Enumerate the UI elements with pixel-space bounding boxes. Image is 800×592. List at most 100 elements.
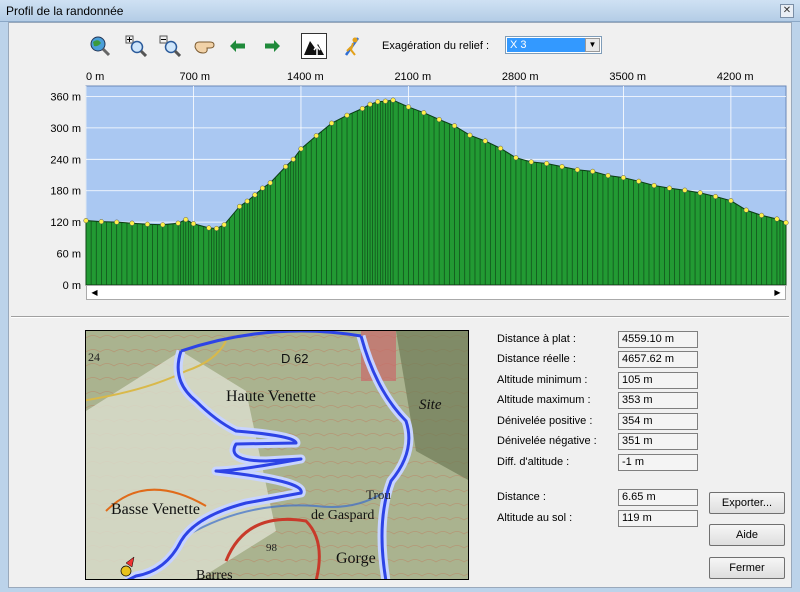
data-point: [83, 218, 89, 224]
close-window-button[interactable]: ✕: [780, 4, 794, 18]
topographic-map[interactable]: 24 D 62 Haute Venette Basse Venette de G…: [85, 330, 469, 580]
data-point: [421, 110, 427, 116]
x-tick-label: 4200 m: [717, 71, 754, 83]
stat-value-altitude-max: 353 m: [618, 392, 698, 409]
data-point: [98, 219, 104, 225]
y-tick-label: 180 m: [50, 186, 81, 198]
stat-value-distance-real: 4657.62 m: [618, 351, 698, 368]
y-tick-label: 240 m: [50, 154, 81, 166]
stat-value-altitude-min: 105 m: [618, 372, 698, 389]
data-point: [590, 168, 596, 174]
data-point: [359, 105, 365, 112]
data-point: [313, 133, 319, 139]
data-point: [405, 104, 411, 110]
stat-value-descent: 351 m: [618, 433, 698, 450]
data-point: [774, 216, 780, 222]
hiker-profile-icon[interactable]: [339, 33, 365, 59]
data-point: [574, 167, 580, 173]
scroll-right-icon[interactable]: ▶: [770, 286, 785, 299]
arrow-left-icon[interactable]: [225, 33, 251, 59]
globe-zoom-icon[interactable]: [87, 33, 113, 59]
data-point: [682, 187, 688, 193]
data-point: [344, 112, 350, 118]
data-point: [267, 180, 273, 186]
help-button[interactable]: Aide: [709, 524, 785, 546]
data-point: [144, 221, 150, 227]
cursor-label-altitude: Altitude au sol :: [497, 512, 573, 524]
stat-label-altitude-min: Altitude minimum :: [497, 374, 588, 386]
data-point: [728, 198, 734, 204]
title-bar: Profil de la randonnée ✕: [0, 0, 800, 22]
data-point: [636, 178, 642, 184]
exaggeration-label: Exagération du relief :: [382, 40, 490, 52]
cursor-value-altitude: 119 m: [618, 510, 698, 527]
data-point: [329, 120, 335, 126]
elevation-profile-svg[interactable]: 0 m 700 m 1400 m 2100 m 2800 m 3500 m 4200 m 0 …: [9, 63, 793, 303]
pan-hand-icon[interactable]: [191, 33, 217, 59]
zoom-in-icon[interactable]: [123, 33, 149, 59]
data-point: [367, 101, 373, 107]
data-point: [190, 221, 197, 227]
data-point: [513, 155, 519, 161]
x-tick-label: 700 m: [179, 71, 210, 83]
data-point: [451, 123, 458, 129]
stat-label-descent: Dénivelée négative :: [497, 435, 597, 447]
data-point: [436, 116, 442, 123]
data-point: [651, 182, 657, 189]
data-point: [213, 225, 220, 231]
x-tick-label: 0 m: [86, 71, 104, 83]
x-tick-label: 1400 m: [287, 71, 324, 83]
map-label: Trou: [366, 487, 391, 502]
horizontal-scrollbar[interactable]: ◀ ▶: [86, 285, 786, 300]
data-point: [620, 175, 626, 181]
exaggeration-value: X 3: [507, 38, 585, 52]
data-point: [482, 138, 488, 144]
x-tick-label: 2100 m: [394, 71, 431, 83]
stat-label-ascent: Dénivelée positive :: [497, 415, 593, 427]
stat-label-distance-flat: Distance à plat :: [497, 333, 576, 345]
data-point: [129, 220, 135, 226]
exaggeration-select[interactable]: X 3 ▼: [505, 36, 602, 54]
data-point: [298, 146, 304, 152]
close-button[interactable]: Fermer: [709, 557, 785, 579]
data-point: [244, 198, 250, 204]
stat-label-altitude-max: Altitude maximum :: [497, 394, 591, 406]
data-point: [183, 216, 189, 223]
data-point: [759, 212, 765, 218]
data-point: [175, 220, 181, 226]
chevron-down-icon[interactable]: ▼: [585, 38, 600, 52]
data-point: [498, 145, 504, 151]
data-point: [236, 203, 243, 209]
separator: [11, 316, 789, 318]
zoom-out-icon[interactable]: [157, 33, 183, 59]
data-point: [252, 192, 258, 198]
scroll-left-icon[interactable]: ◀: [87, 286, 102, 299]
data-point: [390, 97, 396, 103]
export-button[interactable]: Exporter...: [709, 492, 785, 514]
relief-profile-icon[interactable]: [301, 33, 327, 59]
y-tick-label: 300 m: [50, 123, 81, 135]
data-point: [528, 159, 534, 165]
data-point: [605, 173, 611, 179]
map-label: Basse Venette: [111, 501, 200, 518]
y-tick-label: 120 m: [50, 217, 81, 229]
stat-label-altitude-diff: Diff. d'altitude :: [497, 456, 570, 468]
map-label: 24: [88, 350, 100, 364]
y-tick-label: 60 m: [57, 249, 81, 261]
dialog-client: Exagération du relief : X 3 ▼ 0 m 700 m 14…: [8, 22, 792, 588]
data-point: [206, 225, 212, 231]
data-point: [467, 132, 473, 138]
data-point: [221, 222, 227, 228]
data-point: [283, 164, 289, 170]
map-label: Gorge: [336, 550, 376, 567]
arrow-right-icon[interactable]: [259, 33, 285, 59]
stat-label-distance-real: Distance réelle :: [497, 353, 576, 365]
map-label: Site: [419, 397, 442, 413]
data-point: [712, 193, 719, 200]
x-tick-label: 3500 m: [609, 71, 646, 83]
window-title: Profil de la randonnée: [6, 4, 124, 18]
data-point: [290, 156, 296, 162]
map-label: de Gaspard: [311, 508, 374, 523]
data-point: [382, 98, 388, 104]
data-point: [544, 160, 550, 167]
